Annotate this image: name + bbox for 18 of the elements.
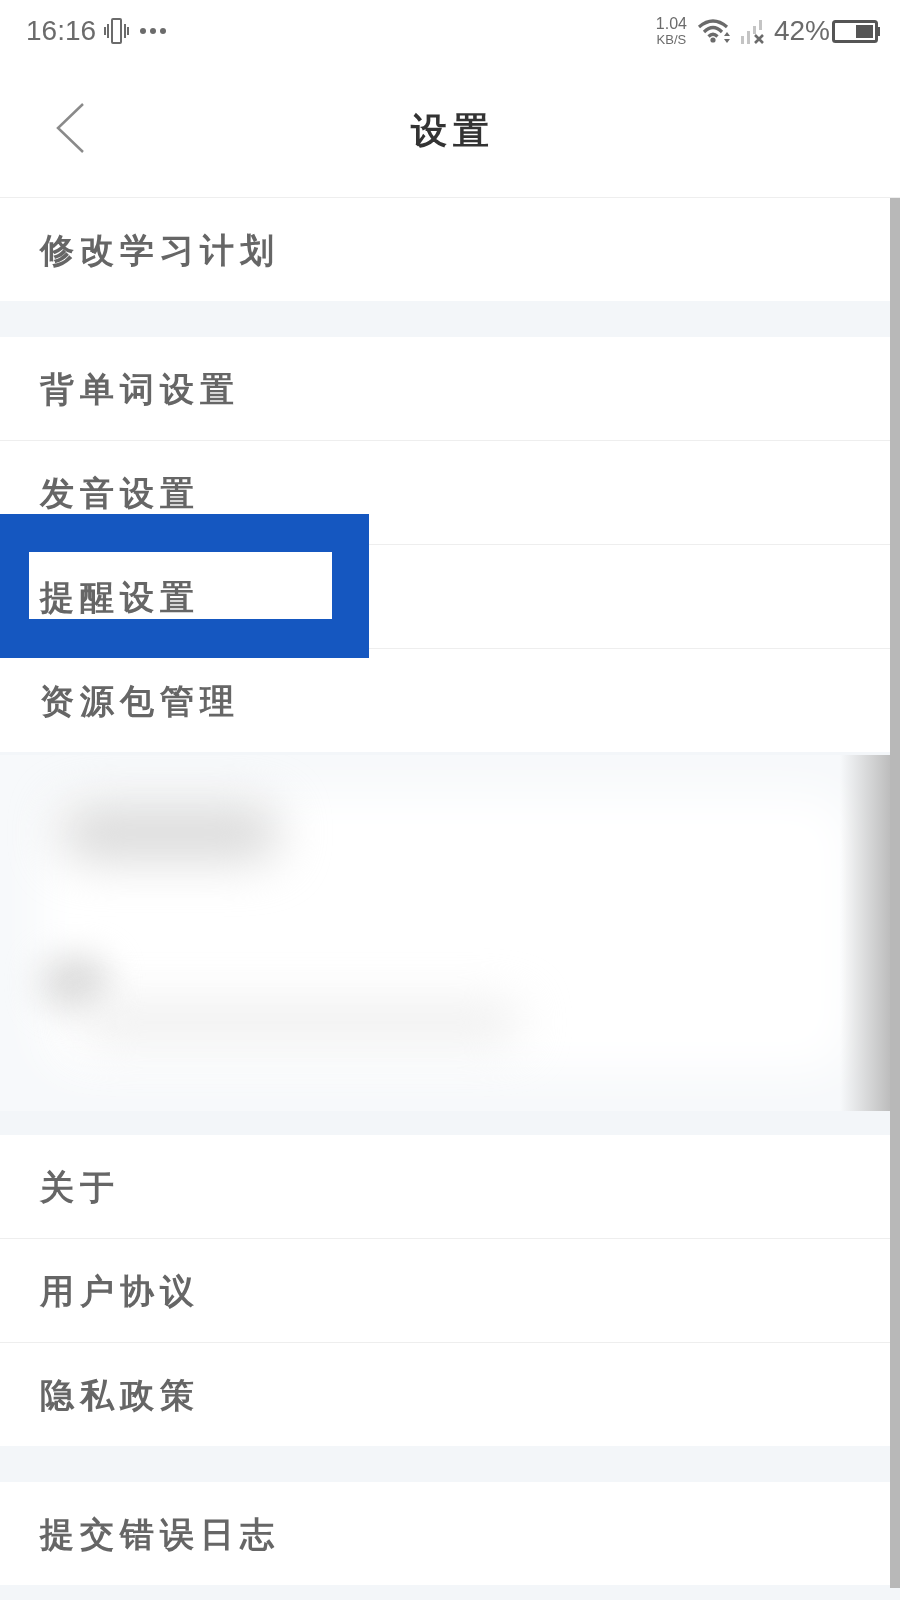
settings-item[interactable]: 提交错误日志 — [0, 1482, 890, 1585]
network-speed: 1.04 — [655, 16, 687, 32]
settings-item[interactable]: 用户协议 — [0, 1239, 890, 1342]
network-speed-unit: KB/S — [656, 33, 687, 46]
settings-item[interactable]: 资源包管理 — [0, 649, 890, 752]
battery-icon — [832, 19, 880, 43]
more-dots-icon — [140, 28, 167, 34]
vibrate-icon — [104, 18, 130, 44]
settings-item[interactable]: 修改学习计划 — [0, 198, 890, 301]
battery-percent: 42% — [773, 17, 830, 45]
settings-item[interactable]: 隐私政策 — [0, 1343, 890, 1446]
wifi-icon — [696, 18, 731, 44]
settings-item[interactable]: 背单词设置 — [0, 337, 890, 440]
status-time: 16:16 — [26, 17, 97, 45]
page-title: 设置 — [409, 111, 495, 148]
signal-icon — [740, 18, 767, 44]
settings-item[interactable]: 关于 — [0, 1135, 890, 1238]
chevron-left-icon — [55, 103, 85, 153]
